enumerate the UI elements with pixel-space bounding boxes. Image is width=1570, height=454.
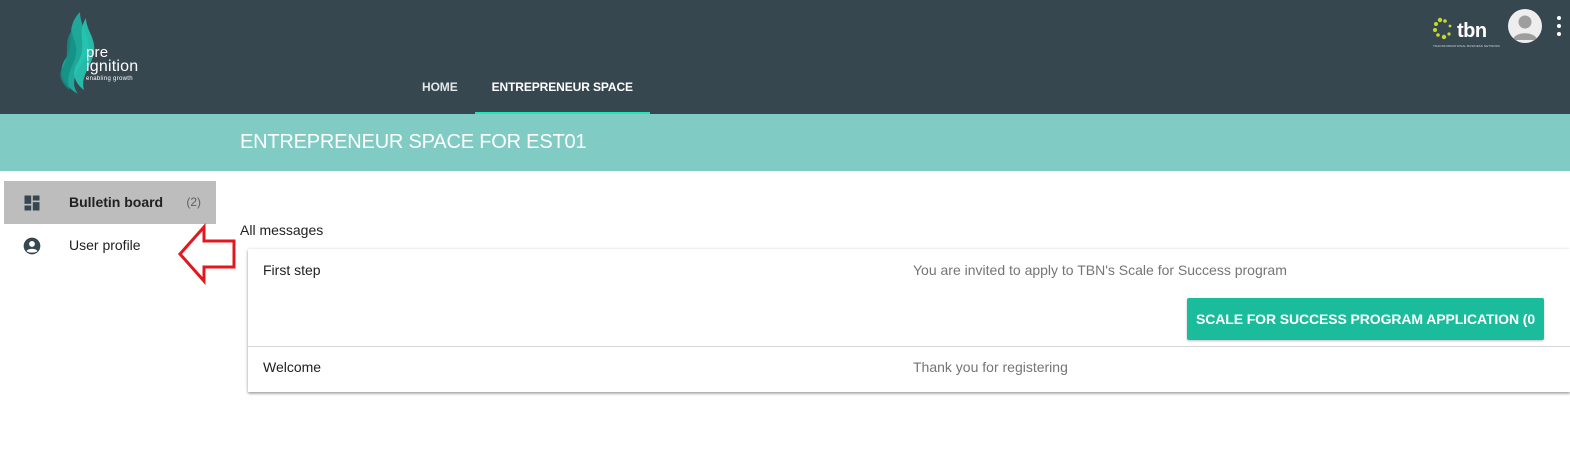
tbn-logo[interactable]: tbn TRANSFORMATIONAL BUSINESS NETWORK bbox=[1432, 14, 1500, 50]
preignition-logo[interactable]: pre ignition enabling growth bbox=[50, 10, 150, 96]
message-count-badge: (2) bbox=[186, 195, 201, 209]
avatar-silhouette bbox=[1513, 15, 1537, 40]
tab-home[interactable]: HOME bbox=[405, 60, 475, 114]
sidebar-item-label: Bulletin board bbox=[69, 194, 164, 210]
messages-card: First step You are invited to apply to T… bbox=[248, 249, 1570, 392]
logo-text-ignition: ignition bbox=[86, 58, 139, 75]
more-vert-icon[interactable] bbox=[1552, 14, 1564, 38]
message-text: Thank you for registering bbox=[913, 359, 1068, 375]
page-title: ENTREPRENEUR SPACE FOR EST01 bbox=[240, 131, 587, 153]
program-application-button[interactable]: SCALE FOR SUCCESS PROGRAM APPLICATION (0… bbox=[1187, 298, 1544, 369]
tbn-logo-text: tbn bbox=[1457, 20, 1487, 42]
message-title: Welcome bbox=[263, 359, 322, 375]
page-banner bbox=[0, 114, 1570, 171]
dashboard-icon bbox=[24, 195, 40, 211]
main-nav: HOME ENTREPRENEUR SPACE bbox=[405, 60, 651, 114]
tbn-logo-subtitle: TRANSFORMATIONAL BUSINESS NETWORK bbox=[1433, 44, 1500, 48]
message-row: First step You are invited to apply to T… bbox=[248, 249, 1570, 369]
tbn-dots-icon bbox=[1433, 17, 1452, 40]
logo-tagline: enabling growth bbox=[86, 76, 133, 82]
top-app-bar: pre ignition enabling growth HOME ENTREP… bbox=[0, 0, 1570, 114]
sidebar-item-bulletin-board[interactable]: Bulletin board (2) bbox=[4, 181, 216, 224]
sidebar-item-label: User profile bbox=[69, 237, 141, 253]
tab-entrepreneur-space[interactable]: ENTREPRENEUR SPACE bbox=[474, 60, 651, 114]
message-title: First step bbox=[263, 262, 321, 278]
message-text: You are invited to apply to TBN's Scale … bbox=[913, 262, 1287, 278]
message-row: Welcome Thank you for registering bbox=[248, 347, 1570, 392]
annotation-arrow-icon bbox=[177, 223, 236, 285]
account-circle-icon bbox=[23, 237, 41, 255]
account-circle-icon[interactable] bbox=[1508, 9, 1542, 43]
section-heading: All messages bbox=[240, 222, 324, 238]
